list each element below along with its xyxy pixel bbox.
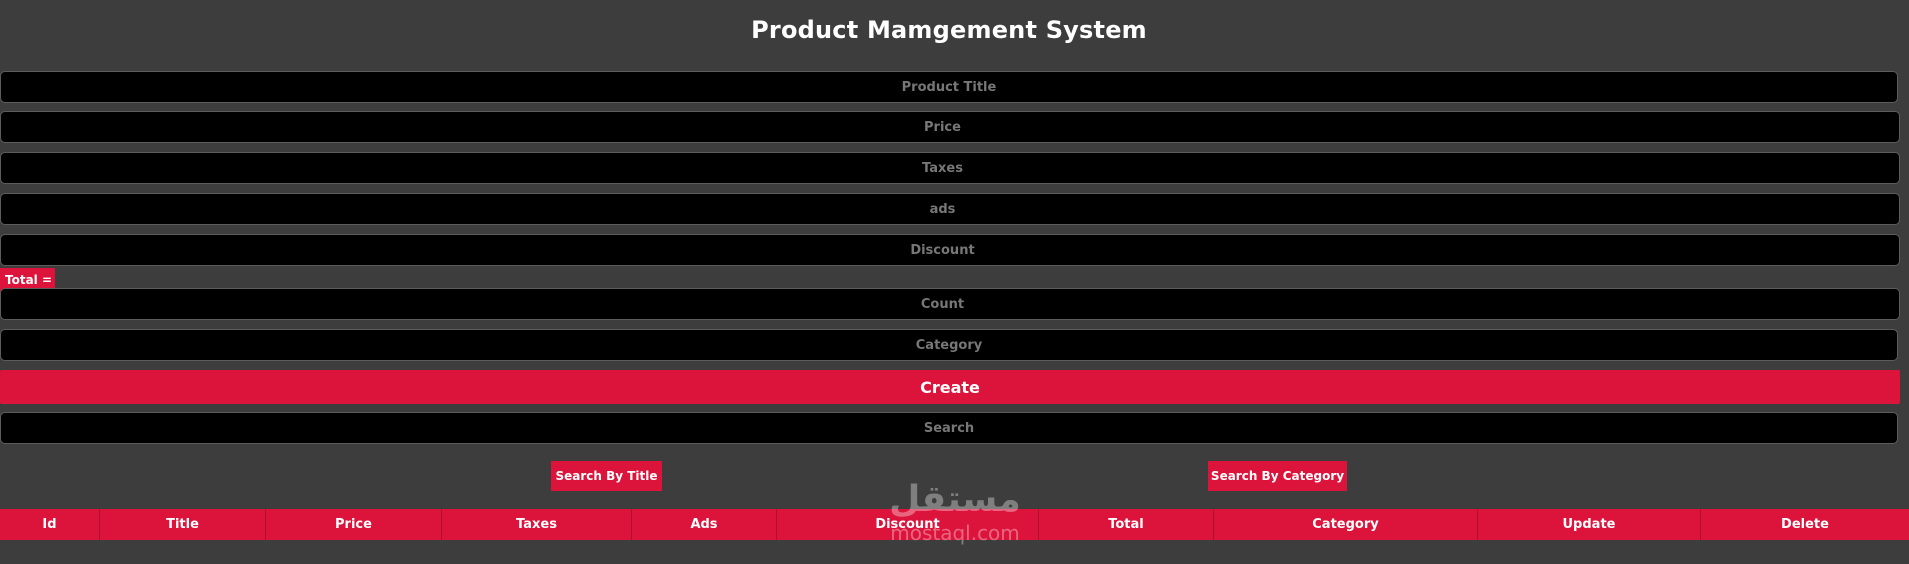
column-header-ads: Ads	[631, 509, 777, 540]
column-header-id: Id	[0, 509, 100, 540]
column-header-discount: Discount	[776, 509, 1039, 540]
products-table: Id Title Price Taxes Ads Discount Total …	[0, 509, 1909, 540]
create-button[interactable]: Create	[0, 370, 1900, 404]
count-input[interactable]	[0, 288, 1900, 320]
column-header-total: Total	[1038, 509, 1214, 540]
product-title-input[interactable]	[0, 71, 1898, 103]
page-title: Product Mamgement System	[751, 16, 1147, 44]
category-input[interactable]	[0, 329, 1898, 361]
ads-input[interactable]	[0, 193, 1900, 225]
column-header-title: Title	[99, 509, 266, 540]
discount-input[interactable]	[0, 234, 1900, 266]
column-header-delete: Delete	[1700, 509, 1909, 540]
column-header-taxes: Taxes	[441, 509, 632, 540]
search-by-category-button[interactable]: Search By Category	[1208, 461, 1347, 491]
column-header-update: Update	[1477, 509, 1701, 540]
price-input[interactable]	[0, 111, 1900, 143]
column-header-category: Category	[1213, 509, 1478, 540]
table-header-row: Id Title Price Taxes Ads Discount Total …	[0, 509, 1909, 540]
search-by-title-button[interactable]: Search By Title	[551, 461, 662, 491]
column-header-price: Price	[265, 509, 442, 540]
taxes-input[interactable]	[0, 152, 1900, 184]
search-input[interactable]	[0, 412, 1898, 444]
